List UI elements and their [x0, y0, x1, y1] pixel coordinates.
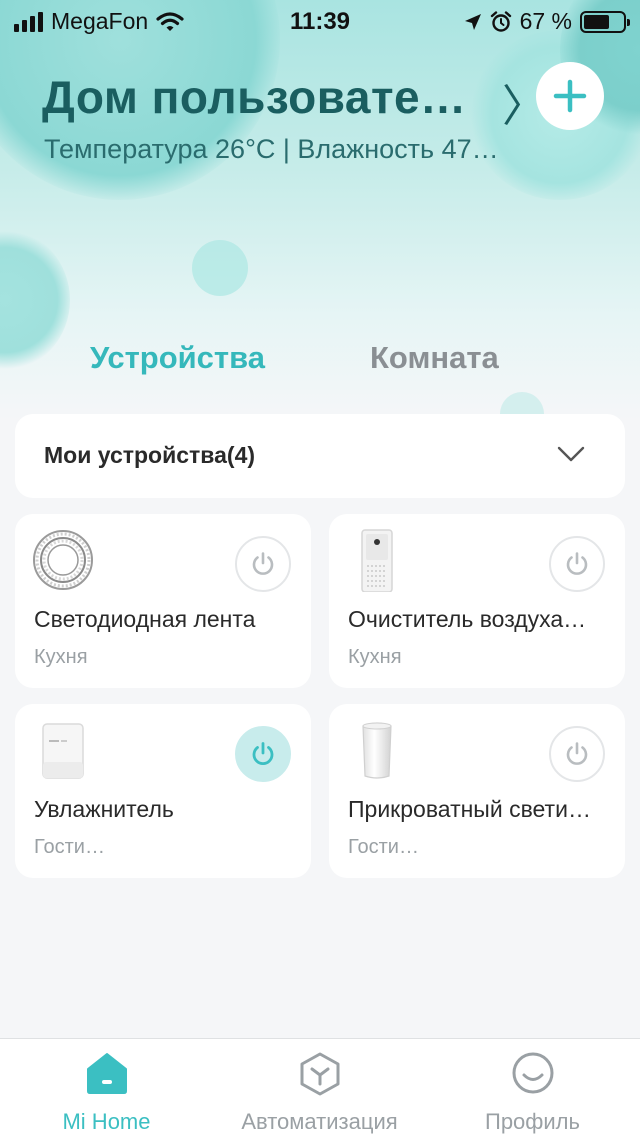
battery-percent: 67 % [519, 8, 572, 34]
automation-icon [300, 1052, 339, 1096]
plus-icon [553, 79, 587, 113]
home-climate-summary: Температура 26°C | Влажность 47… [44, 134, 499, 164]
nav-mi-home[interactable]: Mi Home [0, 1039, 213, 1136]
device-card-humidifier[interactable]: Увлажнитель Гости… [15, 704, 311, 878]
nav-label: Автоматизация [241, 1109, 398, 1134]
power-button[interactable] [235, 536, 291, 592]
nav-profile[interactable]: Профиль [426, 1039, 639, 1136]
device-group-selector[interactable]: Мои устройства(4) [15, 414, 625, 498]
nav-label: Mi Home [62, 1109, 151, 1134]
power-button[interactable] [549, 726, 605, 782]
power-button[interactable] [549, 536, 605, 592]
power-icon [252, 552, 274, 575]
device-room: Кухня [34, 646, 88, 668]
device-card-led-strip[interactable]: Светодиодная лента Кухня [15, 514, 311, 688]
tab-devices[interactable]: Устройства [90, 340, 265, 376]
device-group-label: Мои устройства(4) [44, 442, 256, 468]
device-card-bedside-lamp[interactable]: Прикроватный свети… Гости… [329, 704, 625, 878]
battery-icon [580, 10, 630, 33]
view-tabs: Устройства Комната [0, 340, 640, 390]
power-icon [566, 742, 588, 765]
profile-icon [512, 1052, 553, 1094]
home-icon [86, 1053, 127, 1094]
add-device-button[interactable] [536, 62, 604, 130]
chevron-down-icon [557, 446, 585, 462]
device-room: Гости… [34, 836, 105, 858]
device-name: Прикроватный свети… [348, 796, 591, 822]
device-name: Очиститель воздуха… [348, 606, 587, 632]
alarm-clock-icon [490, 10, 511, 32]
power-icon [252, 742, 274, 766]
nav-automation[interactable]: Автоматизация [213, 1039, 426, 1136]
device-name: Светодиодная лента [34, 606, 256, 632]
power-button[interactable] [235, 726, 291, 782]
led-strip-icon [33, 530, 93, 590]
humidifier-icon [42, 723, 84, 779]
device-card-air-purifier[interactable]: Очиститель воздуха… Кухня [329, 514, 625, 688]
air-purifier-icon [361, 529, 393, 592]
device-room: Кухня [348, 646, 402, 668]
power-icon [566, 552, 588, 575]
bottom-nav: Mi Home Автоматизация Профиль [0, 1038, 640, 1136]
decor-bubble [192, 240, 248, 296]
home-title[interactable]: Дом пользовате… [42, 70, 467, 124]
bedside-lamp-icon [362, 722, 392, 779]
nav-label: Профиль [485, 1109, 580, 1134]
device-room: Гости… [348, 836, 419, 858]
status-bar: MegaFon 11:39 67 % [0, 0, 640, 44]
device-name: Увлажнитель [34, 796, 174, 822]
tab-room[interactable]: Комната [370, 340, 499, 376]
location-arrow-icon [464, 13, 481, 30]
